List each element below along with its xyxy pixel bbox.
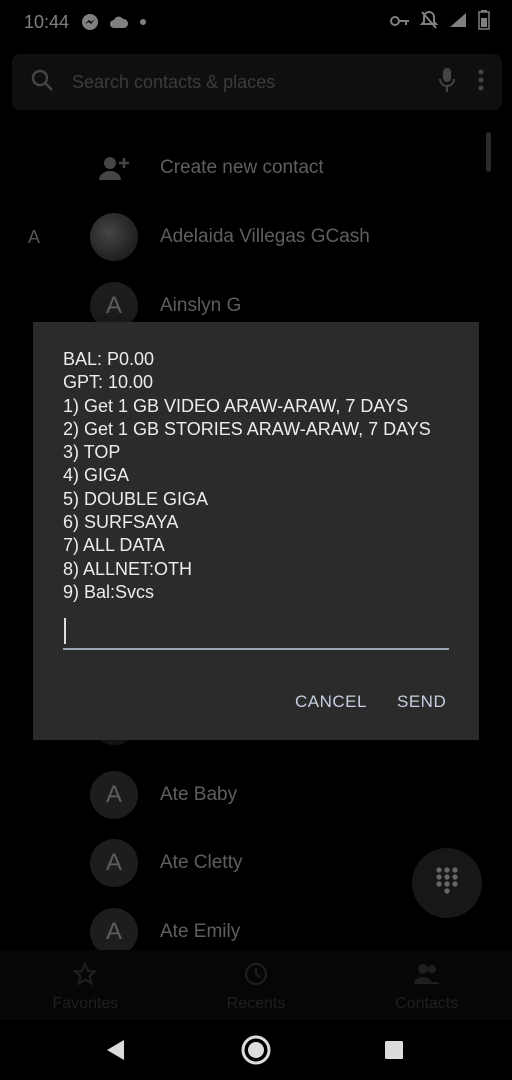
ussd-dialog: BAL: P0.00 GPT: 10.00 1) Get 1 GB VIDEO …: [33, 322, 479, 740]
ussd-line: 4) GIGA: [63, 465, 130, 486]
ussd-line: 1) Get 1 GB VIDEO ARAW-ARAW, 7 DAYS: [63, 395, 409, 416]
ussd-line: 6) SURFSAYA: [63, 512, 179, 533]
ussd-line: 3) TOP: [63, 442, 121, 463]
ussd-message: BAL: P0.00 GPT: 10.00 1) Get 1 GB VIDEO …: [63, 348, 463, 604]
home-icon[interactable]: [240, 1034, 272, 1066]
ussd-line: 9) Bal:Svcs: [63, 581, 155, 602]
back-icon[interactable]: [104, 1038, 126, 1062]
ussd-line: 2) Get 1 GB STORIES ARAW-ARAW, 7 DAYS: [63, 418, 431, 439]
ussd-line: GPT: 10.00: [63, 372, 154, 393]
ussd-line: BAL: P0.00: [63, 349, 155, 369]
recent-apps-icon[interactable]: [384, 1040, 404, 1060]
text-cursor: [64, 618, 66, 644]
ussd-line: 5) DOUBLE GIGA: [63, 488, 209, 509]
cancel-button[interactable]: CANCEL: [295, 684, 367, 720]
send-button[interactable]: SEND: [397, 684, 446, 720]
ussd-line: 8) ALLNET:OTH: [63, 558, 193, 579]
ussd-line: 7) ALL DATA: [63, 535, 165, 556]
ussd-reply-input[interactable]: [63, 612, 449, 650]
system-navigation-bar: [0, 1020, 512, 1080]
